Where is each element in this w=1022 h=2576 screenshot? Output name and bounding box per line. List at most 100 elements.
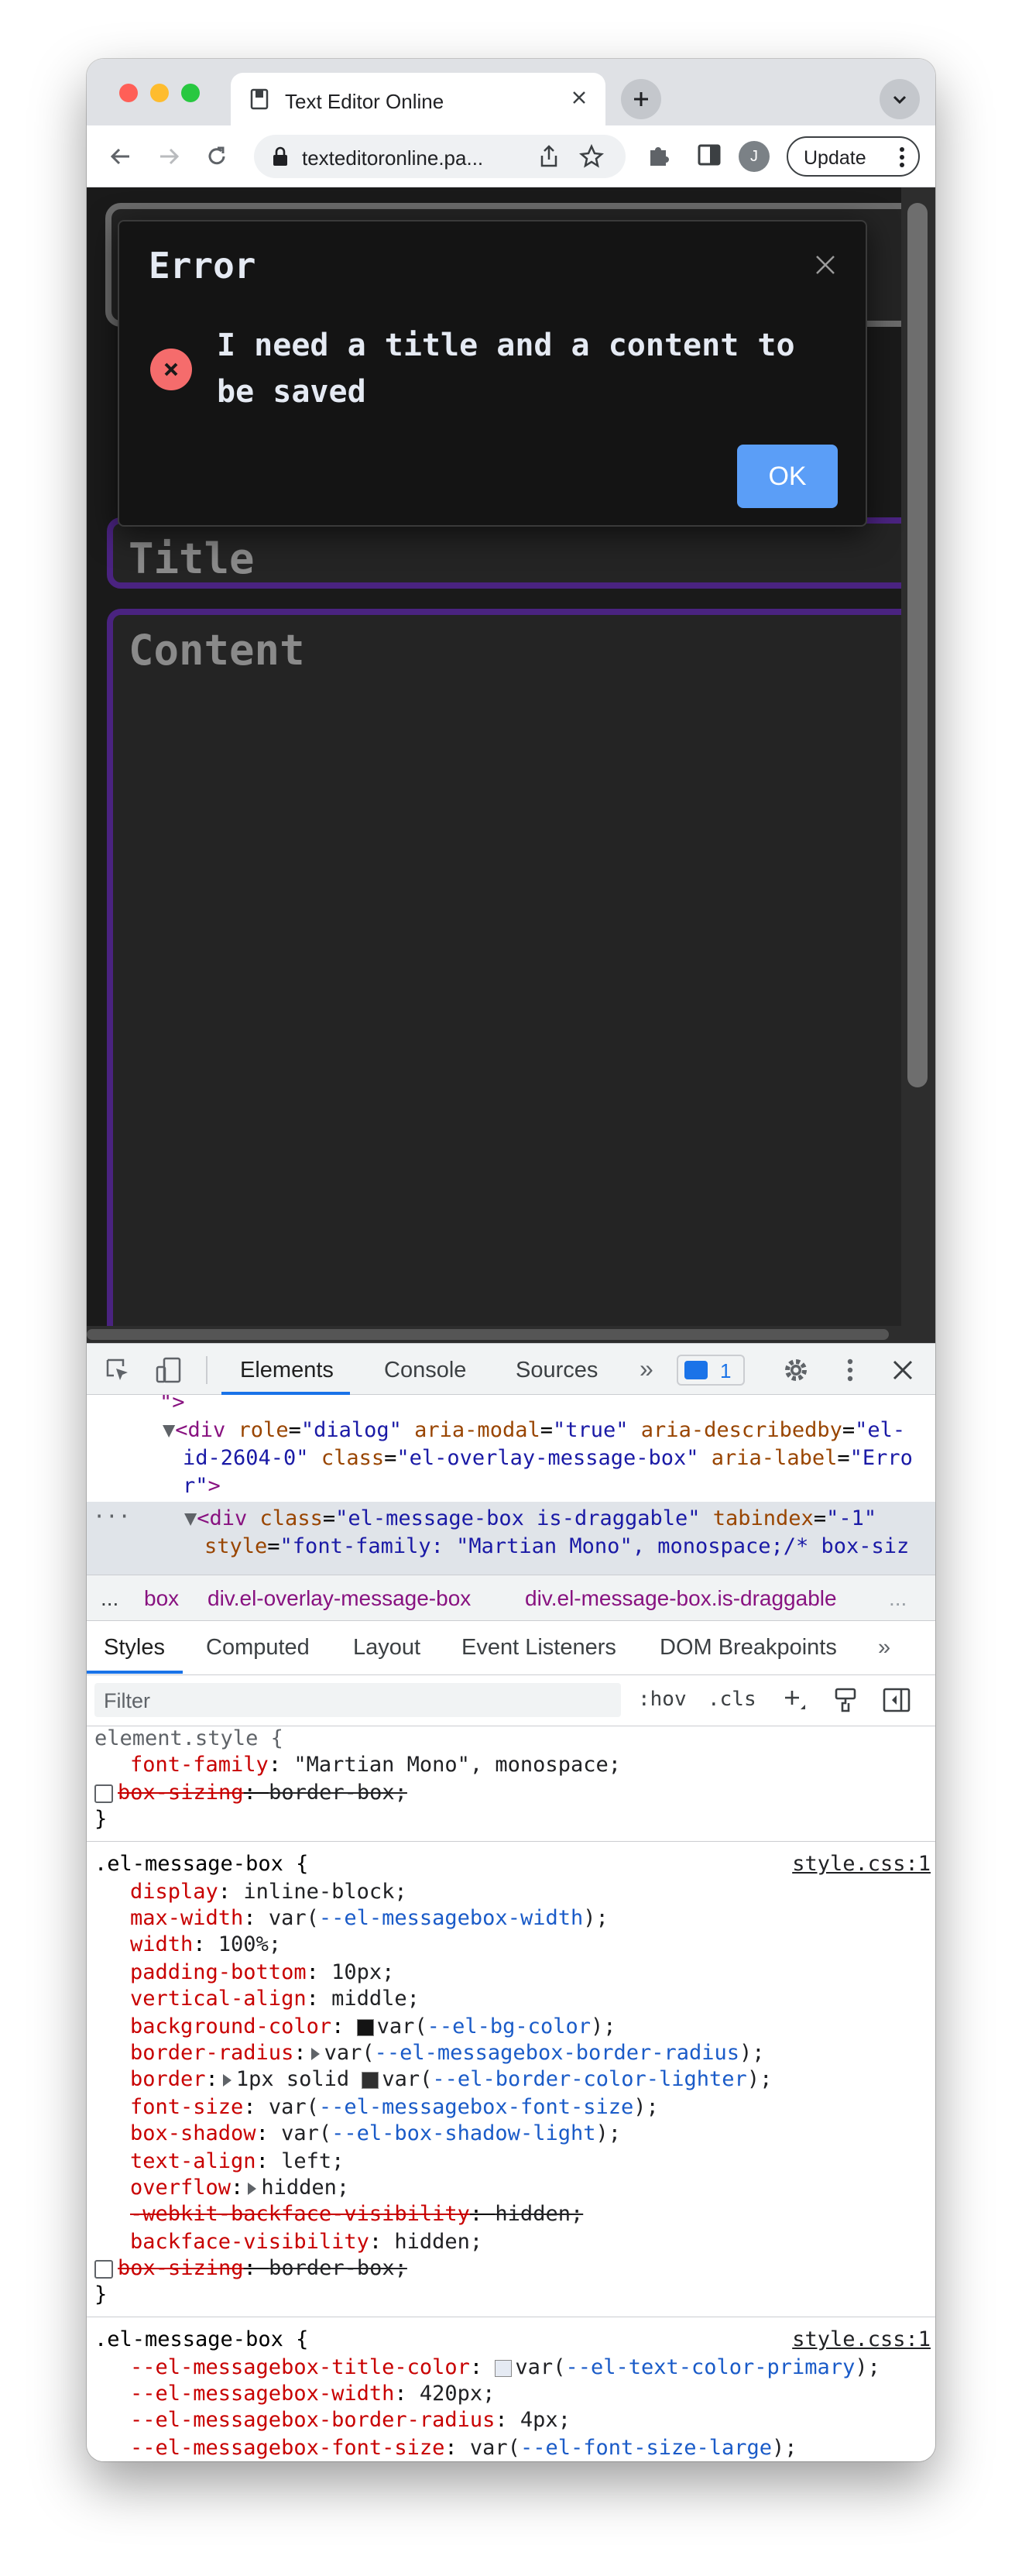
document-icon <box>250 88 269 110</box>
new-tab-button[interactable] <box>621 79 661 119</box>
element-style-selector: element.style { <box>94 1726 283 1750</box>
style-declaration[interactable]: display: inline-block; <box>130 1880 407 1904</box>
style-declaration[interactable]: max-width: var(--el-messagebox-width); <box>130 1906 609 1930</box>
style-declaration[interactable]: box-sizing: border-box; <box>94 2256 407 2280</box>
close-devtools-icon[interactable] <box>887 1355 918 1386</box>
tab-layout[interactable]: Layout <box>353 1635 420 1661</box>
hover-state-toggle[interactable]: :hov <box>638 1688 687 1711</box>
breadcrumb-item[interactable]: div.el-message-box.is-draggable <box>525 1586 837 1611</box>
minimize-window-button[interactable] <box>150 84 169 102</box>
style-declaration[interactable]: text-align: left; <box>130 2149 344 2173</box>
style-declaration[interactable]: padding-bottom: 10px; <box>130 1960 394 1984</box>
dom-line-selected[interactable]: ▼<div class="el-message-box is-draggable… <box>184 1506 876 1530</box>
dom-line-selected[interactable]: style="font-family: "Martian Mono", mono… <box>204 1534 909 1558</box>
breadcrumb-item[interactable]: div.el-overlay-message-box <box>207 1586 471 1611</box>
style-declaration[interactable]: --el-messagebox-font-size: var(--el-font… <box>130 2436 797 2460</box>
scrollbar-thumb[interactable] <box>907 203 928 1087</box>
style-declaration[interactable]: overflow: hidden; <box>130 2176 349 2200</box>
expand-triangle-icon[interactable] <box>222 2073 231 2087</box>
expand-triangle-icon[interactable] <box>248 2182 257 2195</box>
rule-source-link[interactable]: style.css:1 <box>792 2327 931 2351</box>
browser-tab[interactable]: Text Editor Online <box>231 73 605 125</box>
dom-ellipsis[interactable]: ··· <box>93 1505 131 1529</box>
close-window-button[interactable] <box>119 84 138 102</box>
paint-brush-icon[interactable] <box>832 1686 859 1714</box>
tab-styles[interactable]: Styles <box>104 1635 165 1661</box>
styles-filter-input[interactable]: Filter <box>94 1683 621 1717</box>
style-declaration[interactable]: --el-messagebox-title-color: var(--el-te… <box>130 2355 880 2379</box>
zoom-window-button[interactable] <box>181 84 200 102</box>
extensions-icon[interactable] <box>644 139 675 170</box>
tab-search-button[interactable] <box>880 79 920 119</box>
tab-console[interactable]: Console <box>384 1358 466 1383</box>
update-button[interactable]: Update <box>787 136 920 177</box>
rule-selector[interactable]: .el-message-box { <box>94 2327 308 2351</box>
tab-event-listeners[interactable]: Event Listeners <box>461 1635 616 1661</box>
style-declaration[interactable]: border: 1px solid var(--el-border-color-l… <box>130 2067 772 2091</box>
reload-button[interactable] <box>198 138 235 175</box>
style-declaration[interactable]: --el-messagebox-width: 420px; <box>130 2382 495 2406</box>
issues-badge[interactable]: 1 <box>677 1355 745 1386</box>
style-declaration[interactable]: backface-visibility: hidden; <box>130 2230 482 2254</box>
star-icon[interactable] <box>579 144 604 169</box>
rule-selector[interactable]: .el-message-box { <box>94 1852 308 1876</box>
more-subtabs-button[interactable]: » <box>878 1635 890 1661</box>
horizontal-scrollbar[interactable] <box>87 1326 901 1343</box>
share-icon[interactable] <box>537 144 561 169</box>
tab-computed[interactable]: Computed <box>206 1635 310 1661</box>
style-declaration[interactable]: -webkit-backface-visibility: hidden; <box>130 2202 583 2226</box>
more-vert-icon <box>900 147 904 167</box>
tab-elements[interactable]: Elements <box>240 1358 334 1383</box>
dom-line[interactable]: "> <box>159 1395 185 1414</box>
breadcrumb-item[interactable]: box <box>144 1586 179 1611</box>
address-bar[interactable]: texteditoronline.pa... <box>254 135 626 178</box>
style-declaration[interactable]: vertical-align: middle; <box>130 1987 420 2011</box>
horizontal-scrollbar-thumb[interactable] <box>87 1329 889 1340</box>
close-icon[interactable] <box>811 251 839 279</box>
breadcrumb-overflow[interactable]: ... <box>101 1586 118 1611</box>
expand-triangle-icon[interactable] <box>310 2047 320 2060</box>
dom-line[interactable]: r"> <box>183 1474 221 1498</box>
forward-button[interactable] <box>150 138 187 175</box>
dom-line[interactable]: ▼<div role="dialog" aria-modal="true" ar… <box>163 1418 905 1442</box>
style-declaration[interactable]: border-radius: var(--el-messagebox-border… <box>130 2041 765 2065</box>
style-declaration[interactable]: background-color: var(--el-bg-color); <box>130 2014 616 2038</box>
error-dialog: Error I need a title and a content to be… <box>118 220 867 527</box>
plus-icon[interactable] <box>780 1686 808 1714</box>
style-declaration[interactable]: font-family: "Martian Mono", monospace; <box>130 1753 621 1777</box>
profile-avatar[interactable]: J <box>739 141 770 172</box>
style-declaration[interactable]: font-size: var(--el-messagebox-font-size… <box>130 2095 659 2119</box>
styles-pane: element.style { font-family: "Martian Mo… <box>87 1726 935 2461</box>
plus-icon <box>634 92 648 106</box>
declaration-checkbox[interactable] <box>94 1784 113 1803</box>
settings-gear-icon[interactable] <box>780 1355 811 1386</box>
side-panel-icon[interactable] <box>694 139 725 170</box>
tab-dom-breakpoints[interactable]: DOM Breakpoints <box>660 1635 837 1661</box>
device-toolbar-icon[interactable] <box>153 1355 184 1386</box>
vertical-scrollbar[interactable] <box>901 187 935 1343</box>
declaration-checkbox[interactable] <box>94 2259 113 2279</box>
class-toggle[interactable]: .cls <box>708 1688 756 1711</box>
back-button[interactable] <box>102 138 139 175</box>
dom-line[interactable]: id-2604-0" class="el-overlay-message-box… <box>183 1446 913 1470</box>
breadcrumb-overflow[interactable]: ... <box>889 1586 907 1611</box>
inspect-element-icon[interactable] <box>102 1355 133 1386</box>
more-tabs-button[interactable]: » <box>640 1355 653 1383</box>
tab-close-icon[interactable] <box>565 84 593 112</box>
color-swatch[interactable] <box>356 2018 374 2036</box>
tab-sources[interactable]: Sources <box>516 1358 598 1383</box>
title-input[interactable]: Title 0 <box>107 517 935 589</box>
content-textarea[interactable]: Content <box>107 609 935 1343</box>
style-declaration[interactable]: box-sizing: border-box; <box>94 1781 407 1805</box>
rule-source-link[interactable]: style.css:1 <box>792 1852 931 1876</box>
style-declaration[interactable]: box-shadow: var(--el-box-shadow-light); <box>130 2121 621 2145</box>
style-declaration[interactable]: width: 100%; <box>130 1932 281 1956</box>
color-swatch[interactable] <box>362 2071 379 2089</box>
ok-button[interactable]: OK <box>737 445 838 508</box>
sidebar-toggle-icon[interactable] <box>881 1686 912 1714</box>
style-declaration[interactable]: --el-messagebox-border-radius: 4px; <box>130 2408 571 2432</box>
filter-placeholder: Filter <box>104 1689 150 1712</box>
more-vert-icon[interactable] <box>835 1355 866 1386</box>
active-subtab-indicator <box>87 1671 183 1674</box>
color-swatch[interactable] <box>495 2359 513 2377</box>
